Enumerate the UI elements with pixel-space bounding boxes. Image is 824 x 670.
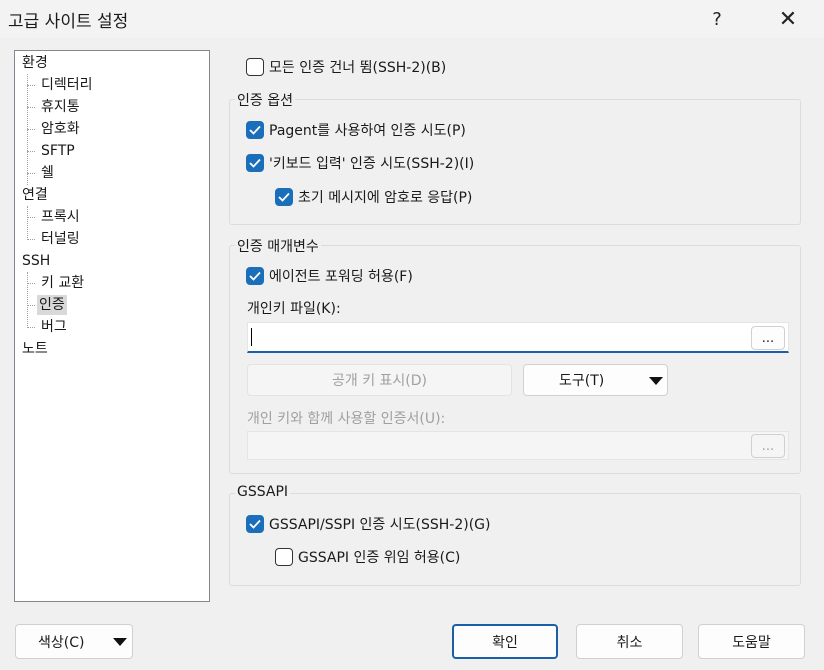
tools-label: 도구(T) — [559, 373, 605, 389]
auth-params-title: 인증 매개변수 — [235, 236, 321, 256]
tree-connector — [27, 239, 35, 240]
title-bar: 고급 사이트 설정 ? ✕ — [0, 0, 824, 38]
text-caret — [251, 328, 252, 346]
color-dropdown-button[interactable]: 색상(C) — [15, 624, 133, 659]
gssapi-attempt-checkbox[interactable]: GSSAPI/SSPI 인증 시도(SSH-2)(G) — [246, 514, 490, 534]
tree-connector — [27, 85, 35, 86]
tree-connector — [27, 129, 35, 130]
tree-item-proxy[interactable]: 프록시 — [39, 207, 82, 227]
close-icon[interactable]: ✕ — [765, 0, 811, 38]
help-button[interactable]: 도움말 — [698, 624, 805, 659]
check-icon[interactable] — [246, 121, 264, 139]
checkbox-box[interactable] — [246, 58, 264, 76]
tree-item-ssh[interactable]: SSH — [20, 251, 52, 271]
tree-item-key-exchange[interactable]: 키 교환 — [39, 273, 86, 293]
tree-connector — [27, 272, 28, 328]
cancel-button[interactable]: 취소 — [576, 624, 683, 659]
category-tree[interactable]: 환경 디렉터리 휴지통 암호화 SFTP 쉘 연결 프록시 터널링 SSH 키 … — [14, 50, 210, 602]
tree-item-environment[interactable]: 환경 — [20, 53, 50, 73]
ok-button[interactable]: 확인 — [452, 624, 558, 659]
chevron-down-icon — [113, 638, 127, 646]
auth-options-title: 인증 옵션 — [235, 90, 295, 110]
bypass-auth-label: 모든 인증 건너 뜀(SSH-2)(B) — [269, 60, 447, 76]
tree-item-tunnels[interactable]: 터널링 — [39, 229, 82, 249]
tree-item-connection[interactable]: 연결 — [20, 185, 50, 205]
private-key-input[interactable] — [247, 322, 789, 353]
check-icon[interactable] — [246, 154, 264, 172]
bypass-auth-checkbox[interactable]: 모든 인증 건너 뜀(SSH-2)(B) — [246, 57, 446, 77]
check-icon[interactable] — [246, 267, 264, 285]
tools-dropdown[interactable]: 도구(T) — [523, 364, 668, 396]
tree-connector — [27, 217, 35, 218]
password-first-label: 초기 메시지에 암호로 응답(P) — [298, 190, 473, 206]
window-title: 고급 사이트 설정 — [8, 12, 129, 32]
tree-connector — [27, 283, 35, 284]
private-key-label: 개인키 파일(K): — [247, 301, 341, 317]
tree-connector — [27, 206, 28, 240]
tree-connector — [27, 151, 35, 152]
tree-item-recycle-bin[interactable]: 휴지통 — [39, 97, 82, 117]
tree-connector — [27, 107, 35, 108]
tree-connector — [27, 327, 35, 328]
check-icon[interactable] — [246, 515, 264, 533]
chevron-down-icon — [649, 377, 663, 385]
keyboard-interactive-checkbox[interactable]: '키보드 입력' 인증 시도(SSH-2)(I) — [246, 153, 474, 173]
checkbox-box[interactable] — [275, 548, 293, 566]
tree-item-encryption[interactable]: 암호화 — [39, 119, 82, 139]
tree-item-shell[interactable]: 쉘 — [39, 163, 56, 183]
gssapi-attempt-label: GSSAPI/SSPI 인증 시도(SSH-2)(G) — [269, 517, 491, 533]
tree-item-notes[interactable]: 노트 — [20, 339, 50, 359]
certificate-label: 개인 키와 함께 사용할 인증서(U): — [247, 411, 446, 427]
gssapi-title: GSSAPI — [235, 484, 291, 500]
certificate-input[interactable] — [247, 431, 789, 460]
tree-item-directories[interactable]: 디렉터리 — [39, 75, 95, 95]
password-first-checkbox[interactable]: 초기 메시지에 암호로 응답(P) — [275, 187, 472, 207]
gssapi-delegation-label: GSSAPI 인증 위임 허용(C) — [298, 550, 461, 566]
pageant-checkbox[interactable]: Pagent를 사용하여 인증 시도(P) — [246, 120, 466, 140]
pageant-label: Pagent를 사용하여 인증 시도(P) — [269, 123, 466, 139]
show-public-key-button[interactable]: 공개 키 표시(D) — [247, 364, 512, 396]
tree-item-bugs[interactable]: 버그 — [39, 317, 69, 337]
browse-certificate-button[interactable]: ... — [751, 434, 785, 458]
tree-item-authentication[interactable]: 인증 — [37, 295, 67, 315]
keyboard-interactive-label: '키보드 입력' 인증 시도(SSH-2)(I) — [269, 156, 475, 172]
gssapi-delegation-checkbox[interactable]: GSSAPI 인증 위임 허용(C) — [275, 547, 460, 567]
color-label: 색상(C) — [38, 634, 85, 651]
help-icon[interactable]: ? — [694, 0, 740, 38]
tree-item-sftp[interactable]: SFTP — [39, 141, 77, 161]
browse-key-button[interactable]: ... — [751, 326, 785, 350]
tree-connector — [27, 173, 35, 174]
agent-forward-label: 에이전트 포워딩 허용(F) — [269, 269, 413, 285]
agent-forward-checkbox[interactable]: 에이전트 포워딩 허용(F) — [246, 266, 413, 286]
gssapi-group — [229, 493, 801, 586]
tree-connector — [27, 305, 35, 306]
check-icon[interactable] — [275, 188, 293, 206]
